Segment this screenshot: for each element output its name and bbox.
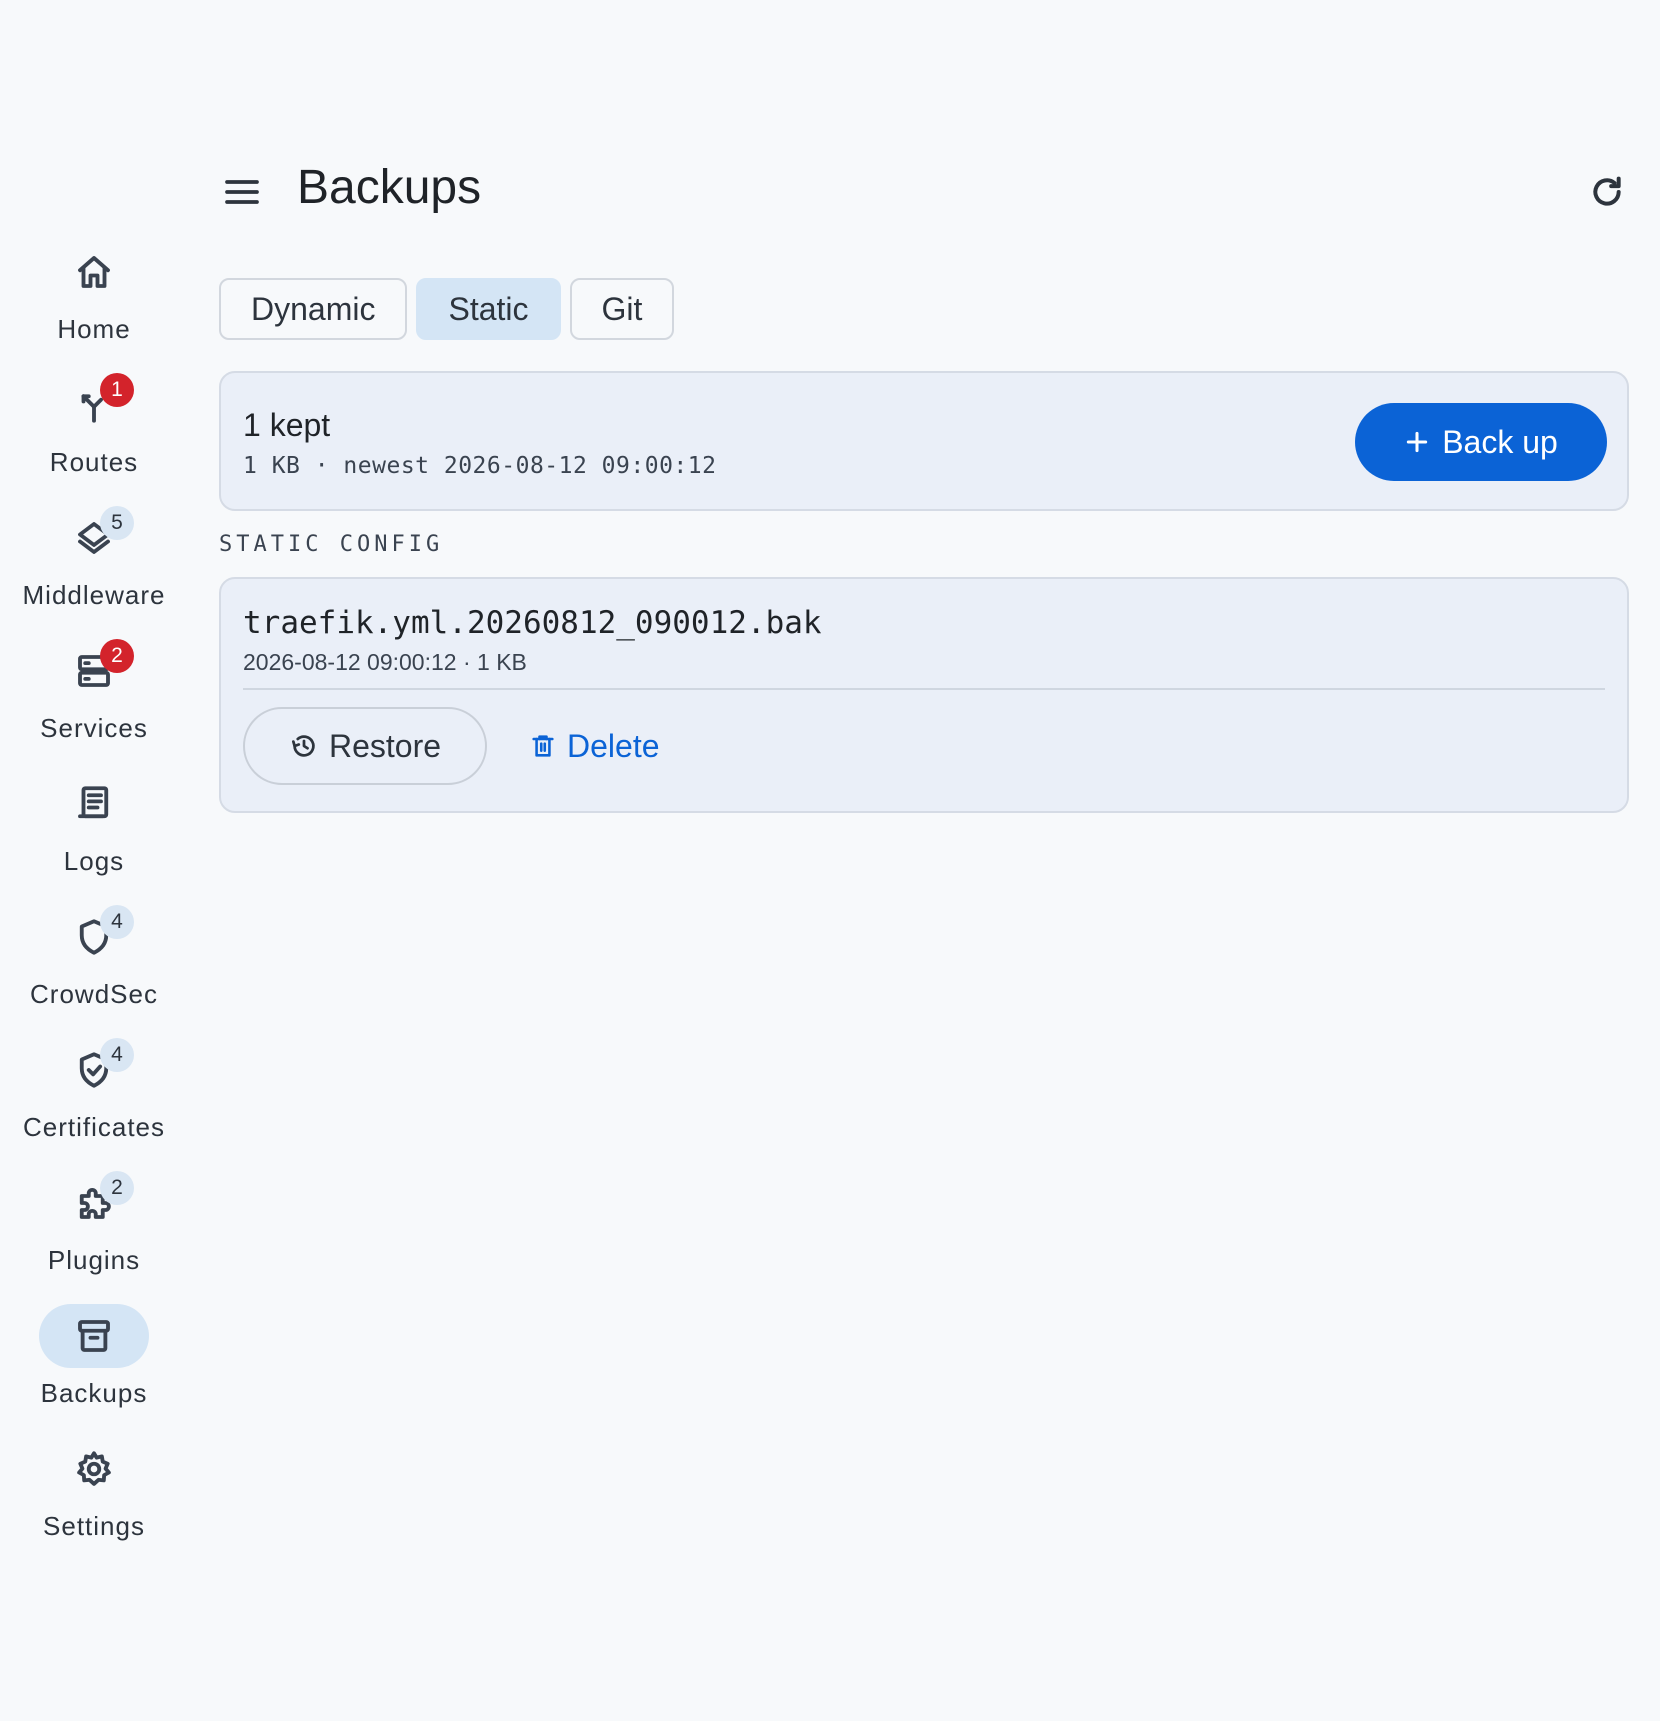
- kept-count: 1 kept: [243, 407, 331, 443]
- nav-item-services[interactable]: 2 Services: [0, 639, 188, 772]
- backup-file-name: traefik.yml.20260812_090012.bak: [243, 605, 822, 641]
- nav-icon-container: 4: [39, 905, 149, 969]
- nav-item-plugins[interactable]: 2 Plugins: [0, 1171, 188, 1304]
- nav-icon-container: [39, 1437, 149, 1501]
- nav-item-routes[interactable]: 1 Routes: [0, 373, 188, 506]
- backup-file-meta: 2026-08-12 09:00:12 · 1 KB: [243, 649, 527, 675]
- logs-icon: [78, 786, 109, 819]
- home-icon: [78, 256, 110, 288]
- tab-git[interactable]: Git: [569, 278, 675, 340]
- back-up-label: Back up: [1442, 423, 1558, 460]
- backup-summary-card: 1 kept 1 KB · newest 2026-08-12 09:00:12…: [219, 371, 1629, 511]
- nav-icon-container: [39, 240, 149, 304]
- nav-label-backups: Backups: [40, 1378, 148, 1408]
- tab-static[interactable]: Static: [416, 278, 561, 340]
- nav-item-home[interactable]: Home: [0, 240, 188, 373]
- nav-icon-container: 2: [39, 1171, 149, 1235]
- refresh-button[interactable]: [1582, 167, 1632, 217]
- nav-label-services: Services: [40, 713, 148, 743]
- nav-item-middleware[interactable]: 5 Middleware: [0, 506, 188, 639]
- backup-file-card: traefik.yml.20260812_090012.bak 2026-08-…: [219, 577, 1629, 813]
- page-title: Backups: [297, 161, 482, 214]
- restore-button[interactable]: Restore: [243, 707, 487, 785]
- menu-button[interactable]: [218, 168, 266, 216]
- nav-item-backups[interactable]: Backups: [0, 1304, 188, 1437]
- section-label: STATIC CONFIG: [219, 532, 444, 557]
- nav-rail: Home 1 Routes 5 Middleware 2 Services Lo…: [0, 240, 188, 1570]
- nav-item-logs[interactable]: Logs: [0, 772, 188, 905]
- delete-label: Delete: [567, 727, 660, 764]
- nav-icon-container: [39, 772, 149, 836]
- plugins-badge: 2: [100, 1171, 134, 1205]
- routes-badge: 1: [100, 373, 134, 407]
- summary-meta: 1 KB · newest 2026-08-12 09:00:12: [243, 453, 717, 479]
- nav-label-middleware: Middleware: [22, 580, 166, 610]
- nav-label-logs: Logs: [63, 846, 125, 876]
- nav-label-settings: Settings: [43, 1511, 145, 1541]
- gear-icon: [77, 1451, 111, 1486]
- nav-label-plugins: Plugins: [47, 1245, 141, 1275]
- nav-icon-container: 5: [39, 506, 149, 570]
- trash-icon: [532, 735, 554, 757]
- services-badge: 2: [100, 639, 134, 673]
- nav-item-certificates[interactable]: 4 Certificates: [0, 1038, 188, 1171]
- nav-label-certificates: Certificates: [22, 1112, 166, 1142]
- nav-label-routes: Routes: [49, 447, 139, 477]
- menu-icon: [225, 180, 259, 204]
- nav-item-settings[interactable]: Settings: [0, 1437, 188, 1570]
- nav-label-home: Home: [57, 314, 131, 344]
- delete-button[interactable]: Delete: [529, 707, 660, 785]
- tab-dynamic[interactable]: Dynamic: [219, 278, 408, 340]
- certificates-badge: 4: [100, 1038, 134, 1072]
- nav-label-crowdsec: CrowdSec: [30, 979, 158, 1009]
- crowdsec-badge: 4: [100, 905, 134, 939]
- nav-icon-container: [39, 1304, 149, 1368]
- nav-item-crowdsec[interactable]: 4 CrowdSec: [0, 905, 188, 1038]
- refresh-icon: [1593, 176, 1621, 206]
- plus-icon: [1407, 431, 1428, 453]
- middleware-badge: 5: [100, 506, 134, 540]
- nav-icon-container: 4: [39, 1038, 149, 1102]
- nav-icon-container: 2: [39, 639, 149, 703]
- backup-type-tabs: Dynamic Static Git: [219, 278, 675, 340]
- restore-label: Restore: [328, 727, 442, 764]
- back-up-button[interactable]: Back up: [1355, 403, 1607, 481]
- history-icon: [291, 735, 315, 757]
- archive-icon: [78, 1320, 110, 1352]
- divider: [243, 688, 1605, 690]
- nav-icon-container: 1: [39, 373, 149, 437]
